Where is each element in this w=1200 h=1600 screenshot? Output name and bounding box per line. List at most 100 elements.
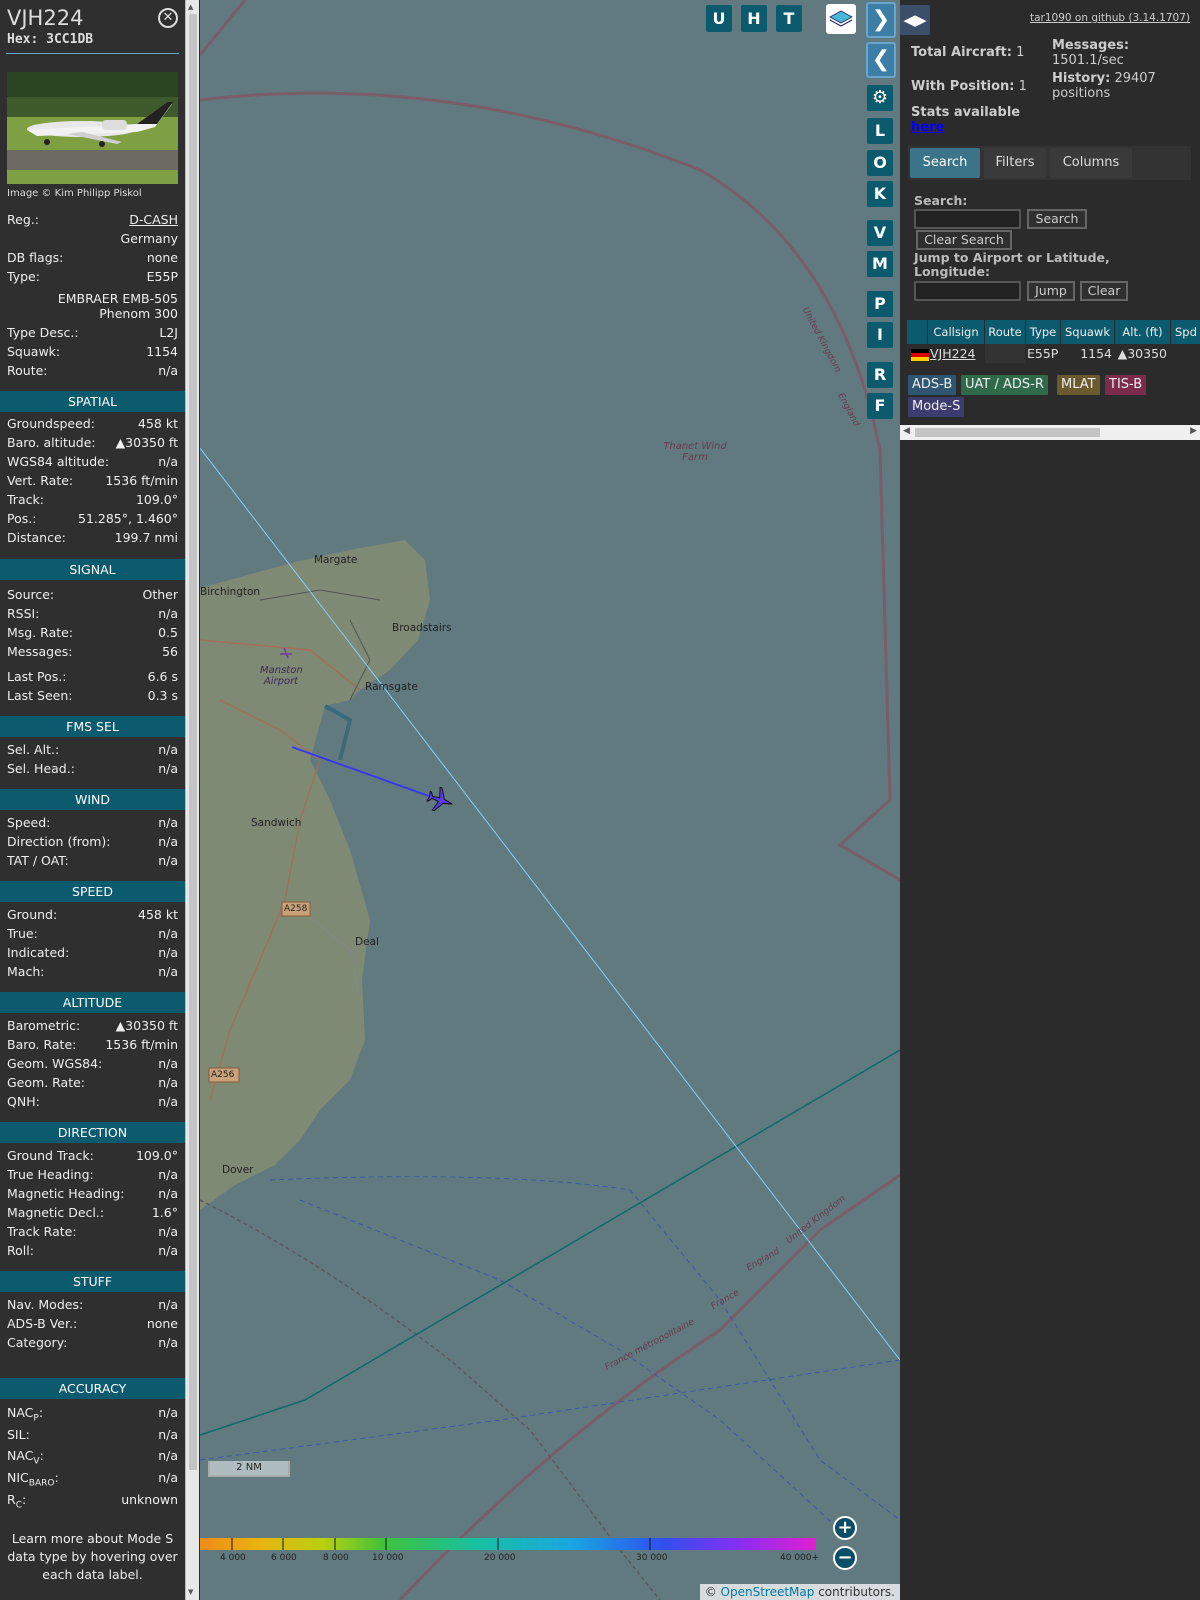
column-header-squawk[interactable]: Squawk [1061, 320, 1114, 344]
detail-label[interactable]: Vert. Rate: [7, 473, 73, 488]
detail-label[interactable]: DB flags: [7, 250, 63, 265]
table-horizontal-scrollbar[interactable]: ◀ ▶ [900, 425, 1200, 440]
clear-search-button[interactable]: Clear Search [916, 230, 1012, 250]
detail-label[interactable]: Direction (from): [7, 834, 111, 849]
search-input[interactable] [914, 209, 1021, 229]
tab-search[interactable]: Search [910, 148, 980, 178]
detail-label[interactable]: Geom. WGS84: [7, 1056, 102, 1071]
detail-row: True Heading: n/a [7, 1167, 178, 1185]
toggle-panel-width-button[interactable]: ◀▶ [900, 5, 930, 35]
jump-button[interactable]: Jump [1027, 281, 1075, 301]
detail-label[interactable]: Last Seen: [7, 688, 72, 703]
detail-label[interactable]: Speed: [7, 815, 50, 830]
search-button[interactable]: Search [1027, 209, 1087, 229]
detail-label[interactable]: Distance: [7, 530, 66, 545]
map-button-i[interactable]: I [867, 322, 893, 348]
map-button-v[interactable]: V [867, 220, 893, 246]
map-button-r[interactable]: R [867, 362, 893, 388]
map-button-o[interactable]: O [867, 150, 893, 176]
tab-filters[interactable]: Filters [984, 148, 1046, 178]
scroll-left-icon[interactable]: ◀ [903, 426, 910, 436]
sidebar-scrollbar[interactable]: ▲ ▼ [185, 0, 199, 1600]
detail-label[interactable]: Pos.: [7, 511, 36, 526]
detail-label[interactable]: Category: [7, 1335, 67, 1350]
detail-label[interactable]: Ground Track: [7, 1148, 94, 1163]
map-view[interactable]: Margate Birchington Broadstairs Manston … [200, 0, 900, 1600]
detail-label[interactable]: Groundspeed: [7, 416, 95, 431]
detail-label[interactable]: Type Desc.: [7, 325, 79, 340]
detail-label[interactable]: WGS84 altitude: [7, 454, 109, 469]
detail-label[interactable]: NACV: [7, 1448, 44, 1467]
row-callsign[interactable]: VJH224 [930, 344, 976, 363]
map-button-l[interactable]: L [867, 118, 893, 144]
column-header-spd[interactable]: Spd [1171, 320, 1200, 344]
aircraft-photo[interactable] [7, 72, 178, 184]
map-button-f[interactable]: F [867, 393, 893, 419]
column-header-callsign[interactable]: Callsign [928, 320, 984, 344]
scroll-down-icon[interactable]: ▼ [188, 1588, 193, 1596]
column-header-alt[interactable]: Alt. (ft) [1115, 320, 1170, 344]
detail-label[interactable]: RSSI: [7, 606, 39, 621]
column-header-flag[interactable] [907, 320, 927, 344]
stats-link[interactable]: here [911, 120, 944, 135]
detail-label[interactable]: Sel. Alt.: [7, 742, 59, 757]
detail-label[interactable]: True Heading: [7, 1167, 94, 1182]
detail-label[interactable]: Geom. Rate: [7, 1075, 85, 1090]
detail-label[interactable]: Route: [7, 363, 48, 378]
map-button-h[interactable]: H [741, 5, 767, 32]
detail-label[interactable]: RC: [7, 1492, 26, 1511]
zoom-out-button[interactable]: − [833, 1546, 857, 1570]
detail-label[interactable]: Ground: [7, 907, 57, 922]
detail-label[interactable]: Baro. Rate: [7, 1037, 76, 1052]
detail-label[interactable]: Last Pos.: [7, 669, 66, 684]
expand-panel-button[interactable]: ❯ [866, 2, 896, 38]
scroll-right-icon[interactable]: ▶ [1190, 426, 1197, 436]
zoom-in-button[interactable]: + [833, 1516, 857, 1540]
detail-label[interactable]: SIL: [7, 1427, 30, 1446]
detail-label[interactable]: Mach: [7, 964, 44, 979]
detail-label[interactable]: Nav. Modes: [7, 1297, 83, 1312]
detail-label[interactable]: TAT / OAT: [7, 853, 69, 868]
map-button-p[interactable]: P [867, 291, 893, 317]
column-header-route[interactable]: Route [985, 320, 1025, 344]
detail-label[interactable]: Baro. altitude: [7, 435, 96, 450]
detail-label[interactable]: True: [7, 926, 38, 941]
detail-label[interactable]: Magnetic Decl.: [7, 1205, 104, 1220]
github-link[interactable]: tar1090 on github (3.14.1707) [1030, 12, 1190, 24]
detail-label[interactable]: Squawk: [7, 344, 60, 359]
detail-value[interactable]: D-CASH [129, 212, 178, 227]
layers-button[interactable] [826, 4, 856, 34]
collapse-panel-button[interactable]: ❮ [866, 42, 896, 78]
detail-label[interactable]: Msg. Rate: [7, 625, 73, 640]
detail-label[interactable]: Indicated: [7, 945, 69, 960]
detail-label[interactable]: Magnetic Heading: [7, 1186, 124, 1201]
detail-label[interactable]: Track: [7, 492, 44, 507]
scroll-up-icon[interactable]: ▲ [188, 3, 193, 11]
scrollbar-thumb[interactable] [189, 14, 197, 1470]
detail-label[interactable]: Barometric: [7, 1018, 80, 1033]
detail-label[interactable]: Source: [7, 587, 54, 602]
map-button-u[interactable]: U [706, 5, 732, 32]
map-button-m[interactable]: M [867, 251, 893, 277]
aircraft-marker[interactable] [425, 785, 456, 816]
detail-label[interactable]: Reg.: [7, 212, 39, 227]
detail-label[interactable]: NICBARO: [7, 1470, 59, 1489]
jump-input[interactable] [914, 281, 1021, 301]
column-header-type[interactable]: Type [1026, 320, 1060, 344]
detail-label[interactable]: QNH: [7, 1094, 40, 1109]
scrollbar-thumb[interactable] [915, 428, 1100, 437]
map-button-t[interactable]: T [776, 5, 802, 32]
settings-button[interactable]: ⚙ [867, 85, 893, 111]
detail-label[interactable]: Roll: [7, 1243, 34, 1258]
detail-label[interactable]: ADS-B Ver.: [7, 1316, 77, 1331]
detail-label[interactable]: Sel. Head.: [7, 761, 75, 776]
detail-label[interactable]: Messages: [7, 644, 73, 659]
clear-button[interactable]: Clear [1080, 281, 1128, 301]
detail-label[interactable]: Track Rate: [7, 1224, 77, 1239]
map-button-k[interactable]: K [867, 181, 893, 207]
close-icon[interactable]: ✕ [158, 8, 178, 28]
detail-label[interactable]: Type: [7, 269, 40, 284]
detail-label[interactable]: NACP: [7, 1405, 43, 1424]
osm-link[interactable]: OpenStreetMap [721, 1585, 815, 1599]
tab-columns[interactable]: Columns [1050, 148, 1132, 178]
